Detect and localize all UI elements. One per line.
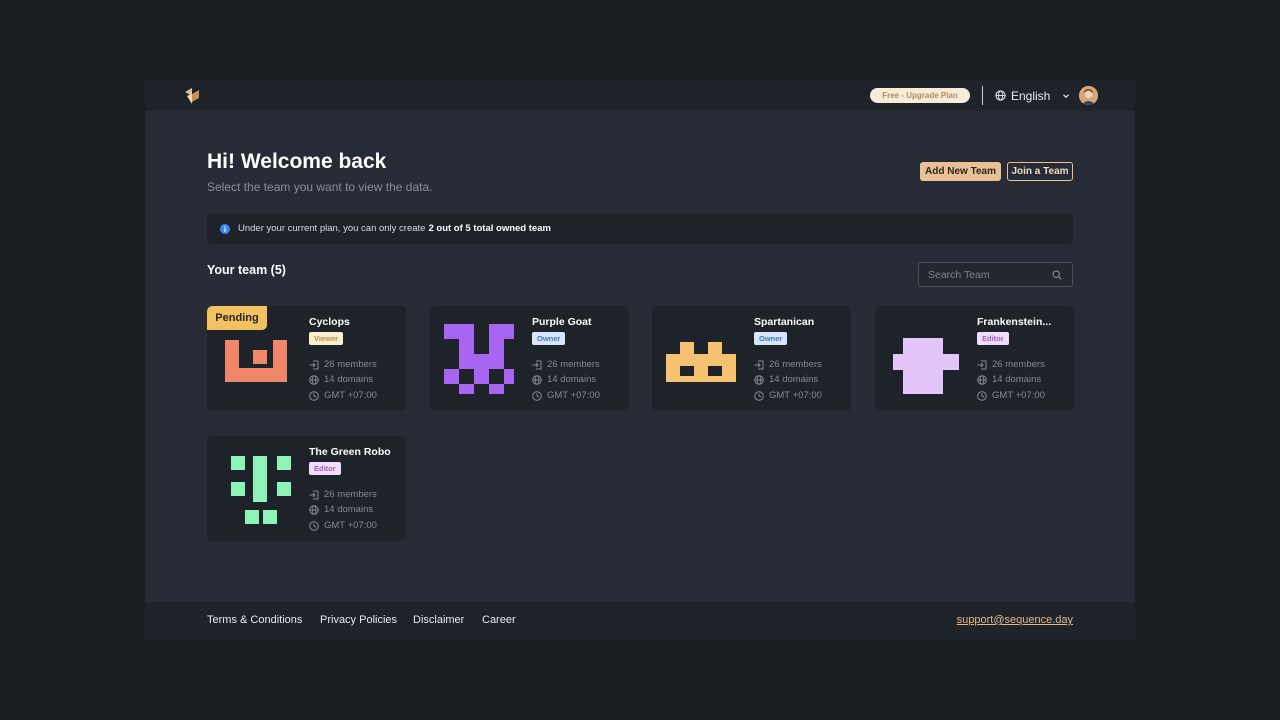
- clock-icon: [309, 520, 319, 531]
- members-text: 26 members: [324, 359, 377, 370]
- notice-bold-text: 2 out of 5 total owned team: [428, 223, 551, 234]
- clock-icon: [977, 390, 987, 401]
- footer: Terms & Conditions Privacy Policies Disc…: [145, 602, 1135, 640]
- chevron-down-icon: [1063, 93, 1070, 98]
- footer-link-career[interactable]: Career: [482, 614, 516, 626]
- clock-icon: [532, 390, 542, 401]
- page-title: Hi! Welcome back: [207, 150, 387, 173]
- domains-text: 14 domains: [992, 374, 1042, 385]
- join-team-button[interactable]: Join a Team: [1007, 162, 1073, 181]
- role-badge: Editor: [309, 462, 341, 475]
- timezone: GMT +07:00: [532, 389, 600, 402]
- team-card-cyclops[interactable]: Pending Cyclops Viewer 26 members 14 dom…: [207, 306, 406, 411]
- member-icon: [309, 360, 319, 369]
- search-icon[interactable]: [1052, 270, 1062, 280]
- domains-text: 14 domains: [324, 504, 374, 515]
- goat-avatar-icon: [444, 324, 514, 394]
- language-selector[interactable]: English: [995, 88, 1070, 103]
- team-name: Purple Goat: [532, 316, 592, 328]
- domains-count: 14 domains: [309, 503, 373, 516]
- members-count: 26 members: [754, 358, 822, 371]
- search-team-field[interactable]: [918, 262, 1073, 287]
- globe-icon: [977, 374, 987, 385]
- domains-count: 14 domains: [532, 373, 596, 386]
- members-text: 26 members: [324, 489, 377, 500]
- globe-icon: [532, 374, 542, 385]
- footer-link-disclaimer[interactable]: Disclaimer: [413, 614, 464, 626]
- team-name: Spartanican: [754, 316, 815, 328]
- domains-count: 14 domains: [754, 373, 818, 386]
- robot-avatar-icon: [231, 456, 291, 524]
- globe-icon: [754, 374, 764, 385]
- spartan-avatar-icon: [666, 342, 736, 382]
- timezone-text: GMT +07:00: [324, 390, 377, 401]
- frankenstein-avatar-icon: [893, 338, 959, 394]
- members-count: 26 members: [532, 358, 600, 371]
- role-badge: Editor: [977, 332, 1009, 345]
- members-count: 26 members: [309, 358, 377, 371]
- app-window: Free - Upgrade Plan English Hi! Welcome …: [145, 80, 1135, 640]
- cyclops-avatar-icon: [225, 340, 287, 382]
- member-icon: [754, 360, 764, 369]
- timezone-text: GMT +07:00: [769, 390, 822, 401]
- globe-icon: [309, 504, 319, 515]
- clock-icon: [754, 390, 764, 401]
- domains-text: 14 domains: [769, 374, 819, 385]
- role-badge: Owner: [754, 332, 788, 345]
- globe-icon: [995, 90, 1006, 101]
- info-icon: [220, 223, 230, 234]
- role-badge: Owner: [532, 332, 566, 345]
- language-label: English: [1011, 88, 1051, 103]
- top-bar: Free - Upgrade Plan English: [145, 80, 1135, 111]
- page-subtitle: Select the team you want to view the dat…: [207, 180, 433, 194]
- member-icon: [309, 490, 319, 499]
- notice-text: Under your current plan, you can only cr…: [238, 223, 426, 234]
- team-card-green-robo[interactable]: The Green Robo Editor 26 members 14 doma…: [207, 436, 406, 541]
- user-avatar[interactable]: [1079, 86, 1098, 105]
- search-input[interactable]: [928, 267, 1048, 282]
- support-email-link[interactable]: support@sequence.day: [957, 614, 1073, 626]
- plan-notice: Under your current plan, you can only cr…: [207, 213, 1073, 244]
- team-card-spartanican[interactable]: Spartanican Owner 26 members 14 domains …: [652, 306, 851, 411]
- footer-link-terms[interactable]: Terms & Conditions: [207, 614, 302, 626]
- upgrade-plan-button[interactable]: Free - Upgrade Plan: [870, 88, 970, 103]
- timezone-text: GMT +07:00: [324, 520, 377, 531]
- timezone: GMT +07:00: [754, 389, 822, 402]
- domains-text: 14 domains: [324, 374, 374, 385]
- domains-count: 14 domains: [977, 373, 1041, 386]
- divider: [982, 86, 983, 105]
- add-new-team-button[interactable]: Add New Team: [920, 162, 1001, 181]
- member-icon: [977, 360, 987, 369]
- members-text: 26 members: [547, 359, 600, 370]
- team-card-frankenstein[interactable]: Frankenstein... Editor 26 members 14 dom…: [875, 306, 1074, 411]
- domains-count: 14 domains: [309, 373, 373, 386]
- members-count: 26 members: [309, 488, 377, 501]
- sequence-logo-icon[interactable]: [185, 88, 199, 104]
- team-name: The Green Robo: [309, 446, 391, 458]
- team-name: Cyclops: [309, 316, 350, 328]
- timezone: GMT +07:00: [309, 519, 377, 532]
- globe-icon: [309, 374, 319, 385]
- timezone-text: GMT +07:00: [992, 390, 1045, 401]
- team-name: Frankenstein...: [977, 316, 1052, 328]
- pending-badge: Pending: [207, 306, 267, 330]
- timezone: GMT +07:00: [309, 389, 377, 402]
- timezone: GMT +07:00: [977, 389, 1045, 402]
- clock-icon: [309, 390, 319, 401]
- role-badge: Viewer: [309, 332, 344, 345]
- timezone-text: GMT +07:00: [547, 390, 600, 401]
- member-icon: [532, 360, 542, 369]
- members-text: 26 members: [769, 359, 822, 370]
- team-section-title: Your team (5): [207, 263, 286, 277]
- members-text: 26 members: [992, 359, 1045, 370]
- domains-text: 14 domains: [547, 374, 597, 385]
- members-count: 26 members: [977, 358, 1045, 371]
- footer-link-privacy[interactable]: Privacy Policies: [320, 614, 397, 626]
- team-card-purple-goat[interactable]: Purple Goat Owner 26 members 14 domains …: [430, 306, 629, 411]
